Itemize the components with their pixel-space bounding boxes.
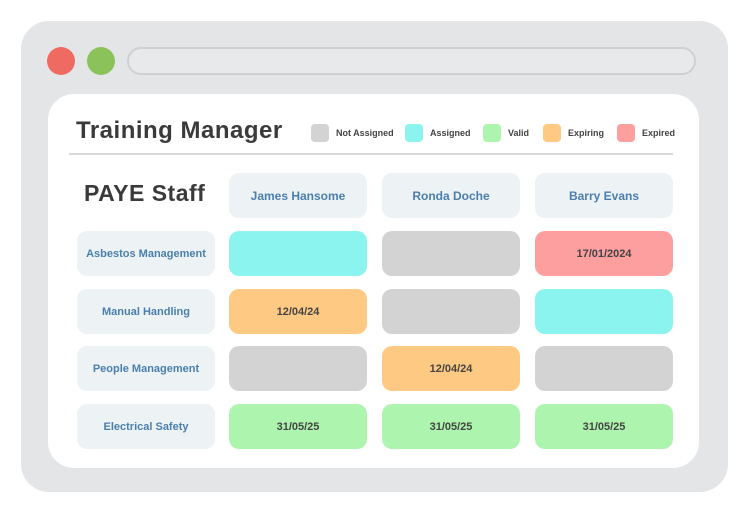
course-header-asbestos-management[interactable]: Asbestos Management	[77, 231, 215, 276]
legend-swatch	[543, 124, 561, 142]
training-cell[interactable]: 12/04/24	[229, 289, 367, 334]
legend-item-not-assigned: Not Assigned	[311, 123, 394, 143]
training-cell[interactable]	[535, 346, 673, 391]
legend-label: Assigned	[430, 128, 471, 138]
legend-item-assigned: Assigned	[405, 123, 471, 143]
window-close-button[interactable]	[47, 47, 75, 75]
section-title: PAYE Staff	[84, 180, 206, 206]
staff-header-barry-evans[interactable]: Barry Evans	[535, 173, 673, 218]
address-bar[interactable]	[127, 47, 696, 75]
window-maximize-button[interactable]	[87, 47, 115, 75]
course-header-people-management[interactable]: People Management	[77, 346, 215, 391]
staff-header-ronda-doche[interactable]: Ronda Doche	[382, 173, 520, 218]
training-cell[interactable]	[382, 231, 520, 276]
legend-label: Expiring	[568, 128, 605, 138]
training-cell[interactable]: 31/05/25	[382, 404, 520, 449]
training-cell[interactable]: 31/05/25	[229, 404, 367, 449]
training-cell[interactable]: 12/04/24	[382, 346, 520, 391]
legend-item-expiring: Expiring	[543, 123, 604, 143]
legend-swatch	[617, 124, 635, 142]
title-divider	[69, 153, 673, 155]
legend-swatch	[405, 124, 423, 142]
legend-item-valid: Valid	[483, 123, 529, 143]
training-cell[interactable]	[229, 346, 367, 391]
training-cell[interactable]	[382, 289, 520, 334]
page-title: Training Manager	[76, 117, 283, 144]
legend-swatch	[483, 124, 501, 142]
legend-label: Expired	[642, 128, 676, 138]
training-cell[interactable]: 31/05/25	[535, 404, 673, 449]
legend-label: Valid	[508, 128, 530, 138]
training-cell[interactable]	[535, 289, 673, 334]
course-header-manual-handling[interactable]: Manual Handling	[77, 289, 215, 334]
training-cell[interactable]	[229, 231, 367, 276]
course-header-electrical-safety[interactable]: Electrical Safety	[77, 404, 215, 449]
legend-item-expired: Expired	[617, 123, 675, 143]
legend-swatch	[311, 124, 329, 142]
legend-label: Not Assigned	[336, 128, 394, 138]
training-cell[interactable]: 17/01/2024	[535, 231, 673, 276]
staff-header-james-hansome[interactable]: James Hansome	[229, 173, 367, 218]
